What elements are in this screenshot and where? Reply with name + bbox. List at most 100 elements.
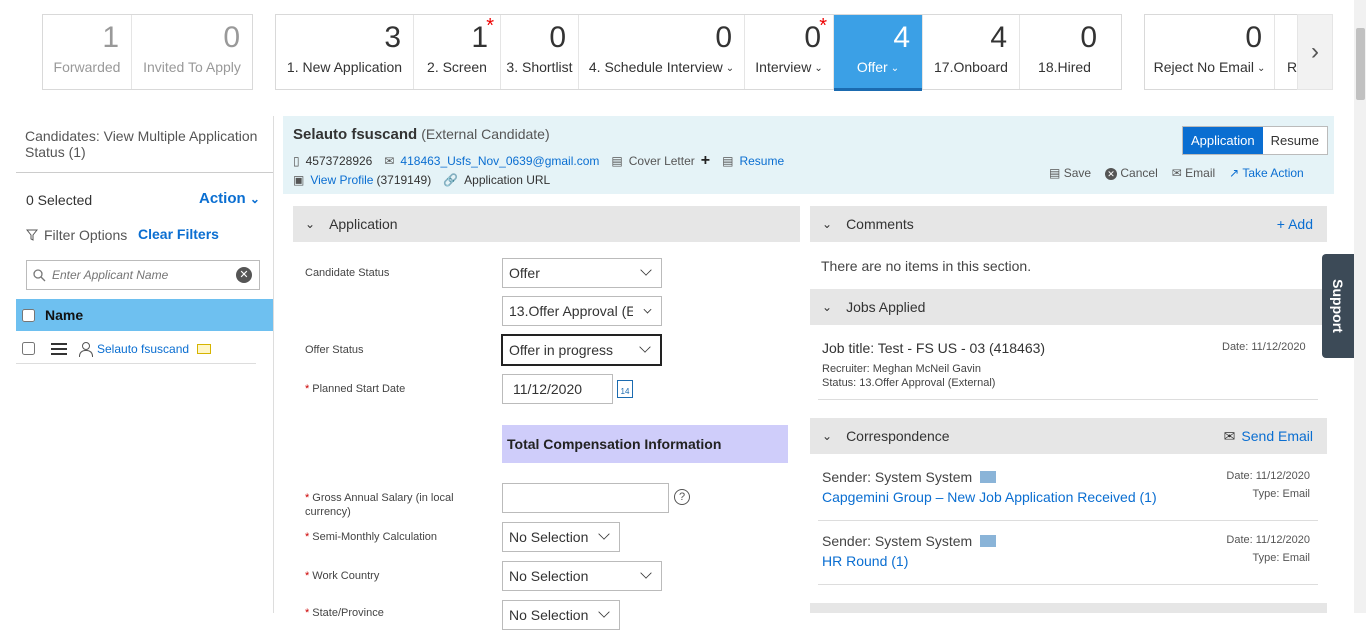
- section-title: Comments: [846, 216, 914, 232]
- cancel-icon: ✕: [1105, 168, 1118, 180]
- select-value: Offer: [509, 265, 540, 281]
- person-icon: [79, 341, 93, 357]
- add-comment-button[interactable]: + Add: [1277, 216, 1313, 232]
- action-button[interactable]: Action ⌄: [199, 190, 260, 207]
- pipeline-group-post: 0 Reject No Email ⌄ Re: [1144, 14, 1316, 90]
- profile-id: (3719149): [376, 173, 432, 187]
- applicant-search: ✕: [26, 260, 260, 290]
- stage-count: 0: [1080, 21, 1097, 54]
- clear-icon[interactable]: ✕: [236, 267, 252, 283]
- stage-screen[interactable]: 1 * 2. Screen: [414, 15, 501, 89]
- chevron-down-icon: ⌄: [822, 300, 833, 314]
- empty-message: There are no items in this section.: [821, 258, 1032, 274]
- send-email-button[interactable]: ✉ Send Email: [1224, 428, 1313, 445]
- work-country-text: Work Country: [312, 570, 380, 582]
- application-tab[interactable]: Application: [1183, 127, 1263, 154]
- candidate-row[interactable]: Selauto fsuscand: [16, 334, 256, 364]
- candidate-name: Selauto fsuscand: [293, 126, 418, 143]
- correspondence-date: Date: 11/12/2020: [1226, 470, 1310, 482]
- stage-forwarded[interactable]: 1 Forwarded: [43, 15, 132, 89]
- stage-new-application[interactable]: 3 1. New Application: [276, 15, 414, 89]
- stage-offer[interactable]: 4 Offer ⌄: [834, 15, 923, 91]
- candidate-list-panel: Candidates: View Multiple Application St…: [16, 116, 274, 613]
- filter-options-label: Filter Options: [44, 227, 128, 243]
- alert-star-icon: *: [486, 15, 494, 37]
- stage-label: 1. New Application: [286, 59, 403, 75]
- support-label: Support: [1330, 279, 1346, 333]
- correspondence-subject-link[interactable]: Capgemini Group – New Job Application Re…: [822, 489, 1157, 505]
- application-section-header[interactable]: ⌄ Application: [293, 206, 800, 242]
- planned-start-date-input[interactable]: 11/12/2020: [502, 374, 613, 404]
- stage-label: Offer ⌄: [857, 59, 899, 75]
- scrollbar-thumb[interactable]: [1356, 28, 1365, 100]
- calendar-icon[interactable]: 14: [617, 380, 633, 398]
- total-compensation-header: Total Compensation Information: [502, 425, 788, 463]
- gross-salary-input[interactable]: [502, 483, 669, 513]
- correspondence-section-header[interactable]: ⌄ Correspondence ✉ Send Email: [810, 418, 1327, 454]
- email-button[interactable]: ✉ Email: [1172, 166, 1215, 180]
- job-status: Status: 13.Offer Approval (External): [822, 377, 996, 389]
- chevron-right-icon[interactable]: ›: [1297, 14, 1333, 90]
- chevron-down-icon[interactable]: ⌄: [814, 63, 822, 74]
- semi-monthly-select[interactable]: No Selection: [502, 522, 620, 552]
- clear-filters-link[interactable]: Clear Filters: [138, 226, 219, 242]
- candidate-name-link[interactable]: Selauto fsuscand: [97, 342, 189, 356]
- job-title: Job title: Test - FS US - 03 (418463): [822, 340, 1046, 356]
- correspondence-subject-link[interactable]: HR Round (1): [822, 553, 908, 569]
- take-action-button[interactable]: ↗ Take Action: [1229, 166, 1304, 180]
- select-value: 13.Offer Approval (E: [509, 303, 633, 319]
- job-recruiter: Recruiter: Meghan McNeil Gavin: [822, 363, 981, 375]
- select-all-checkbox[interactable]: [22, 308, 35, 322]
- email-link[interactable]: 418463_Usfs_Nov_0639@gmail.com: [400, 154, 599, 168]
- semi-monthly-label: * Semi-Monthly Calculation: [305, 531, 437, 543]
- view-profile-link[interactable]: View Profile: [310, 173, 373, 187]
- stage-hired[interactable]: 0 18.Hired: [1020, 15, 1109, 89]
- filter-icon: [26, 229, 38, 241]
- next-section-header[interactable]: [810, 603, 1327, 613]
- stage-shortlist[interactable]: 0 3. Shortlist: [501, 15, 579, 89]
- stage-count: 0: [1245, 21, 1262, 54]
- jobs-applied-section-header[interactable]: ⌄ Jobs Applied: [810, 289, 1327, 325]
- application-url-label[interactable]: Application URL: [464, 173, 550, 187]
- correspondence-meta: Date: 11/12/2020 Type: Email: [1218, 531, 1310, 567]
- stage-count: 0: [715, 21, 732, 54]
- chevron-down-icon[interactable]: ⌄: [726, 63, 734, 74]
- stage-schedule-interview[interactable]: 0 4. Schedule Interview ⌄: [579, 15, 745, 89]
- selected-count: 0 Selected: [26, 192, 93, 208]
- chevron-down-icon[interactable]: ⌄: [1257, 63, 1265, 74]
- stage-invited-to-apply[interactable]: 0 Invited To Apply: [132, 15, 252, 89]
- filter-options-button[interactable]: Filter Options: [26, 227, 127, 243]
- resume-link[interactable]: Resume: [739, 154, 784, 168]
- chevron-down-icon: ⌄: [822, 429, 833, 443]
- planned-start-label: * Planned Start Date: [305, 383, 406, 395]
- hamburger-menu-icon[interactable]: [51, 342, 67, 355]
- save-button[interactable]: ▤ Save: [1049, 166, 1091, 180]
- mail-icon: ✉: [384, 154, 395, 168]
- add-cover-letter-icon[interactable]: +: [701, 152, 710, 170]
- candidate-checkbox[interactable]: [22, 342, 35, 355]
- work-country-select[interactable]: No Selection: [502, 561, 662, 591]
- job-details: Recruiter: Meghan McNeil Gavin Status: 1…: [822, 362, 995, 390]
- view-toggle: Application Resume: [1182, 126, 1329, 155]
- help-icon[interactable]: ?: [674, 489, 690, 505]
- chevron-down-icon[interactable]: ⌄: [891, 63, 899, 74]
- save-label: Save: [1063, 166, 1092, 180]
- support-tab[interactable]: Support: [1322, 254, 1354, 358]
- stage-reject-no-email[interactable]: 0 Reject No Email ⌄: [1145, 15, 1275, 89]
- name-header-label[interactable]: Name: [45, 307, 83, 323]
- stage-interview[interactable]: 0 * Interview ⌄: [745, 15, 834, 89]
- state-label: * State/Province: [305, 607, 384, 619]
- resume-tab[interactable]: Resume: [1262, 127, 1328, 154]
- comments-section-header[interactable]: ⌄ Comments + Add: [810, 206, 1327, 242]
- cancel-button[interactable]: ✕ Cancel: [1105, 166, 1158, 180]
- candidate-status-select[interactable]: Offer: [502, 258, 662, 288]
- sub-status-select[interactable]: 13.Offer Approval (E: [502, 296, 662, 326]
- stage-count: 0: [549, 21, 566, 54]
- search-input[interactable]: [52, 268, 232, 282]
- offer-status-select[interactable]: Offer in progress: [501, 334, 662, 366]
- state-select[interactable]: No Selection: [502, 600, 620, 630]
- profile-card-icon[interactable]: [197, 343, 212, 354]
- chevron-down-icon: [640, 567, 652, 579]
- chevron-down-icon: [598, 528, 610, 540]
- stage-onboard[interactable]: 4 17.Onboard: [923, 15, 1020, 89]
